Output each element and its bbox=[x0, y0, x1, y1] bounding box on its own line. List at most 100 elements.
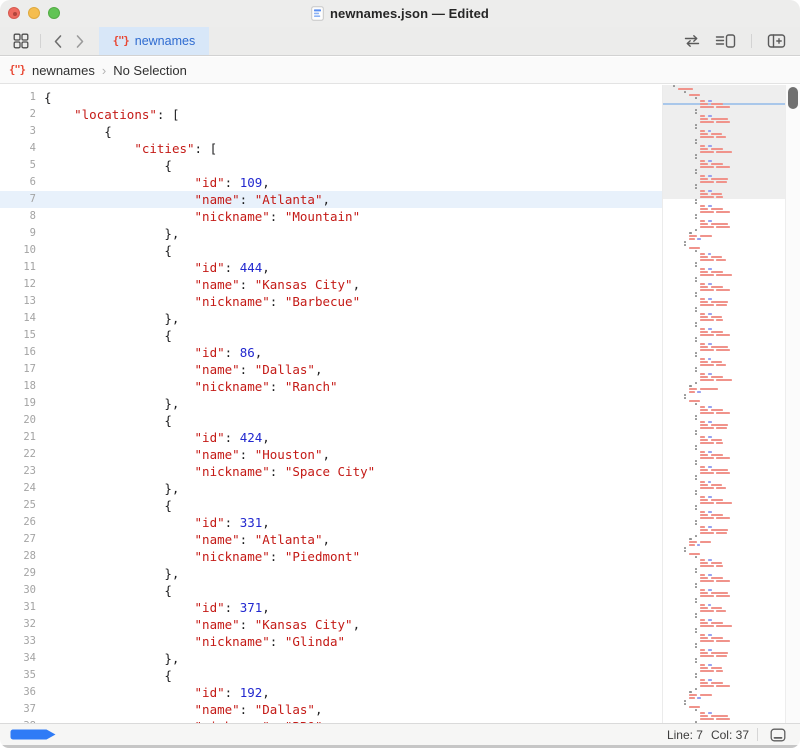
line-number[interactable]: 10 bbox=[0, 242, 36, 259]
code-line[interactable]: 15 { bbox=[0, 327, 662, 344]
code-line[interactable]: 8 "nickname": "Mountain" bbox=[0, 208, 662, 225]
code-line[interactable]: 3 { bbox=[0, 123, 662, 140]
minimap-mark bbox=[708, 496, 712, 498]
line-number[interactable]: 26 bbox=[0, 514, 36, 531]
code-line[interactable]: 12 "name": "Kansas City", bbox=[0, 276, 662, 293]
line-col-indicator[interactable]: Line: 7 Col: 37 bbox=[667, 728, 749, 742]
minimap-mark bbox=[708, 253, 711, 255]
line-number[interactable]: 13 bbox=[0, 293, 36, 310]
line-number[interactable]: 30 bbox=[0, 582, 36, 599]
line-number[interactable]: 17 bbox=[0, 361, 36, 378]
adjust-editor-options-icon[interactable] bbox=[711, 31, 740, 51]
code-line[interactable]: 33 "nickname": "Glinda" bbox=[0, 633, 662, 650]
code-line[interactable]: 31 "id": 371, bbox=[0, 599, 662, 616]
breadcrumb-file[interactable]: newnames bbox=[32, 63, 95, 78]
line-number[interactable]: 34 bbox=[0, 650, 36, 667]
code-line[interactable]: 28 "nickname": "Piedmont" bbox=[0, 548, 662, 565]
vertical-scrollbar[interactable] bbox=[785, 85, 800, 723]
line-number[interactable]: 23 bbox=[0, 463, 36, 480]
code-line[interactable]: 36 "id": 192, bbox=[0, 684, 662, 701]
line-number[interactable]: 37 bbox=[0, 701, 36, 718]
line-number[interactable]: 14 bbox=[0, 310, 36, 327]
code-line[interactable]: 6 "id": 109, bbox=[0, 174, 662, 191]
hide-bottom-bar-icon[interactable] bbox=[766, 726, 790, 744]
code-line[interactable]: 1{ bbox=[0, 89, 662, 106]
code-line[interactable]: 32 "name": "Kansas City", bbox=[0, 616, 662, 633]
line-number[interactable]: 36 bbox=[0, 684, 36, 701]
line-number[interactable]: 6 bbox=[0, 174, 36, 191]
breakpoint-icon[interactable] bbox=[10, 729, 57, 740]
code-line[interactable]: 21 "id": 424, bbox=[0, 429, 662, 446]
code-line[interactable]: 22 "name": "Houston", bbox=[0, 446, 662, 463]
editor-grid-icon[interactable] bbox=[9, 31, 33, 51]
line-number[interactable]: 20 bbox=[0, 412, 36, 429]
code-line[interactable]: 19 }, bbox=[0, 395, 662, 412]
line-number[interactable]: 4 bbox=[0, 140, 36, 157]
line-number[interactable]: 31 bbox=[0, 599, 36, 616]
code-line[interactable]: 4 "cities": [ bbox=[0, 140, 662, 157]
code-line[interactable]: 25 { bbox=[0, 497, 662, 514]
code-line[interactable]: 20 { bbox=[0, 412, 662, 429]
line-number[interactable]: 28 bbox=[0, 548, 36, 565]
line-number[interactable]: 11 bbox=[0, 259, 36, 276]
line-number[interactable]: 35 bbox=[0, 667, 36, 684]
back-icon[interactable] bbox=[48, 32, 68, 51]
code-line[interactable]: 24 }, bbox=[0, 480, 662, 497]
code-line[interactable]: 5 { bbox=[0, 157, 662, 174]
line-number[interactable]: 15 bbox=[0, 327, 36, 344]
line-number[interactable]: 32 bbox=[0, 616, 36, 633]
code-review-icon[interactable] bbox=[679, 32, 705, 50]
window-titlebar[interactable]: newnames.json — Edited bbox=[0, 0, 800, 27]
forward-icon[interactable] bbox=[70, 32, 90, 51]
code-line[interactable]: 9 }, bbox=[0, 225, 662, 242]
document-icon[interactable] bbox=[311, 6, 324, 21]
minimap-mark bbox=[716, 274, 732, 276]
minimap-mark bbox=[700, 328, 705, 330]
code-line[interactable]: 35 { bbox=[0, 667, 662, 684]
code-line[interactable]: 16 "id": 86, bbox=[0, 344, 662, 361]
minimap-mark bbox=[711, 316, 722, 318]
line-number[interactable]: 12 bbox=[0, 276, 36, 293]
minimap-mark bbox=[695, 463, 697, 465]
line-number[interactable]: 25 bbox=[0, 497, 36, 514]
line-number[interactable]: 9 bbox=[0, 225, 36, 242]
minimap[interactable] bbox=[662, 85, 785, 723]
scrollbar-thumb[interactable] bbox=[788, 87, 798, 109]
code-line[interactable]: 30 { bbox=[0, 582, 662, 599]
code-line[interactable]: 11 "id": 444, bbox=[0, 259, 662, 276]
line-number[interactable]: 5 bbox=[0, 157, 36, 174]
code-line[interactable]: 7 "name": "Atlanta", bbox=[0, 191, 662, 208]
code-line[interactable]: 14 }, bbox=[0, 310, 662, 327]
code-line[interactable]: 13 "nickname": "Barbecue" bbox=[0, 293, 662, 310]
code-line[interactable]: 29 }, bbox=[0, 565, 662, 582]
code-line[interactable]: 2 "locations": [ bbox=[0, 106, 662, 123]
line-number[interactable]: 29 bbox=[0, 565, 36, 582]
line-number[interactable]: 7 bbox=[0, 191, 36, 208]
line-number[interactable]: 2 bbox=[0, 106, 36, 123]
line-number[interactable]: 16 bbox=[0, 344, 36, 361]
minimap-mark bbox=[695, 202, 697, 204]
line-number[interactable]: 24 bbox=[0, 480, 36, 497]
code-line[interactable]: 18 "nickname": "Ranch" bbox=[0, 378, 662, 395]
code-line[interactable]: 34 }, bbox=[0, 650, 662, 667]
code-line[interactable]: 26 "id": 331, bbox=[0, 514, 662, 531]
code-line[interactable]: 23 "nickname": "Space City" bbox=[0, 463, 662, 480]
code-line[interactable]: 10 { bbox=[0, 242, 662, 259]
tab-newnames[interactable]: {"} newnames bbox=[99, 27, 209, 55]
line-number[interactable]: 21 bbox=[0, 429, 36, 446]
line-number[interactable]: 27 bbox=[0, 531, 36, 548]
breadcrumb-selection[interactable]: No Selection bbox=[113, 63, 187, 78]
code-view[interactable]: 1{2 "locations": [3 {4 "cities": [5 {6 "… bbox=[0, 85, 662, 723]
code-line[interactable]: 17 "name": "Dallas", bbox=[0, 361, 662, 378]
code-line[interactable]: 37 "name": "Dallas", bbox=[0, 701, 662, 718]
line-number[interactable]: 33 bbox=[0, 633, 36, 650]
line-number[interactable]: 18 bbox=[0, 378, 36, 395]
minimap-mark bbox=[700, 190, 705, 192]
code-line[interactable]: 27 "name": "Atlanta", bbox=[0, 531, 662, 548]
line-number[interactable]: 1 bbox=[0, 89, 36, 106]
line-number[interactable]: 8 bbox=[0, 208, 36, 225]
add-editor-icon[interactable] bbox=[763, 31, 790, 51]
line-number[interactable]: 22 bbox=[0, 446, 36, 463]
line-number[interactable]: 19 bbox=[0, 395, 36, 412]
line-number[interactable]: 3 bbox=[0, 123, 36, 140]
